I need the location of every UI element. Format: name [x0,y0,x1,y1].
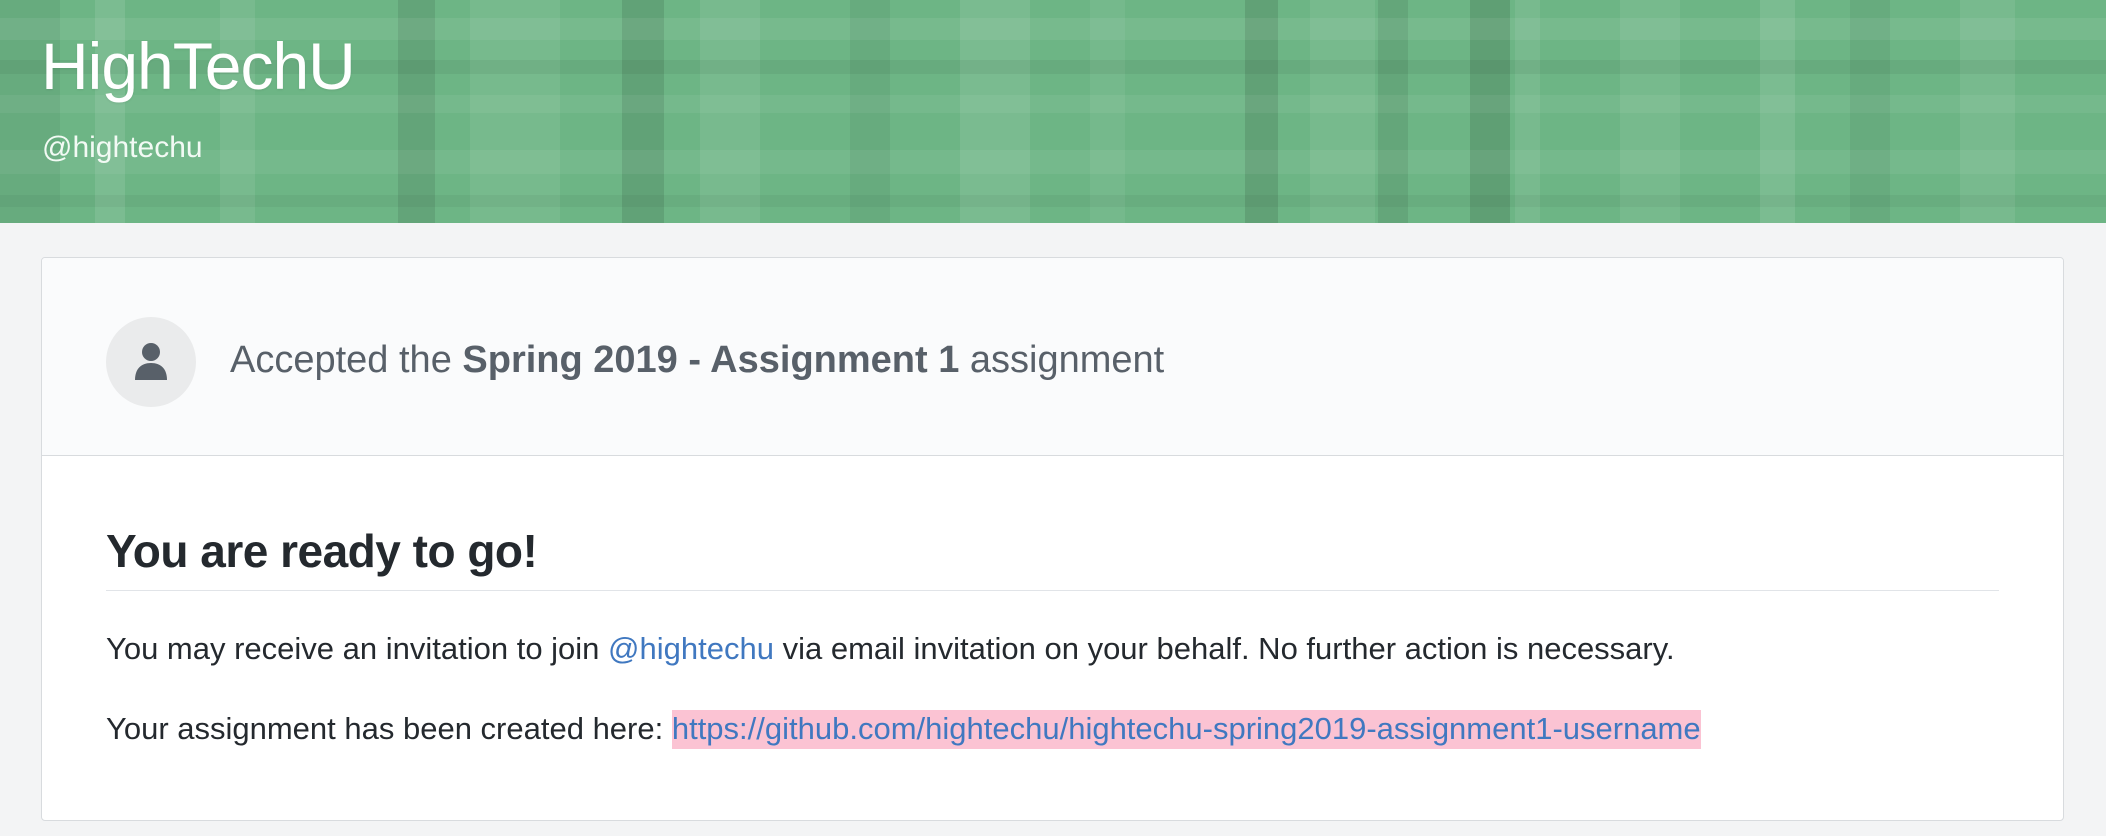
plaid-stripe [1310,0,1375,223]
org-handle: @hightechu [42,131,203,164]
plaid-stripe [1470,0,1510,223]
accepted-prefix: Accepted the [230,339,463,381]
plaid-stripe [622,0,664,223]
accepted-assignment-heading: Accepted the Spring 2019 - Assignment 1 … [230,336,1164,385]
org-link[interactable]: @hightechu [608,631,774,666]
plaid-stripe [1760,0,1795,223]
invite-suffix: via email invitation on your behalf. No … [773,631,1675,666]
plaid-stripe [960,0,1030,223]
plaid-stripe [0,150,2106,174]
plaid-stripe [1850,0,1890,223]
plaid-stripe [1960,0,2015,223]
avatar [106,317,196,407]
invitation-message: You may receive an invitation to join @h… [106,627,1675,670]
plaid-stripe [850,0,890,223]
title-divider [106,590,1999,591]
ready-title: You are ready to go! [106,525,538,577]
plaid-stripe [470,0,560,223]
plaid-stripe [1378,0,1408,223]
plaid-stripe [398,0,435,223]
assignment-name: Spring 2019 - Assignment 1 [462,339,960,381]
assignment-card: Accepted the Spring 2019 - Assignment 1 … [41,257,2064,821]
plaid-stripe [1620,0,1680,223]
card-header: Accepted the Spring 2019 - Assignment 1 … [42,258,2063,456]
plaid-stripe [700,0,760,223]
org-name: HighTechU [41,29,356,103]
plaid-stripe [1515,0,1540,223]
plaid-stripe [1090,0,1125,223]
org-header-banner: HighTechU @hightechu [0,0,2106,223]
plaid-stripe [0,195,2106,207]
plaid-stripe [1245,0,1278,223]
invite-prefix: You may receive an invitation to join [106,631,609,666]
repo-created-message: Your assignment has been created here: h… [106,707,1701,750]
person-icon [135,343,167,380]
created-prefix: Your assignment has been created here: [106,711,672,746]
accepted-suffix: assignment [959,339,1165,381]
repo-link[interactable]: https://github.com/hightechu/hightechu-s… [671,710,1701,749]
